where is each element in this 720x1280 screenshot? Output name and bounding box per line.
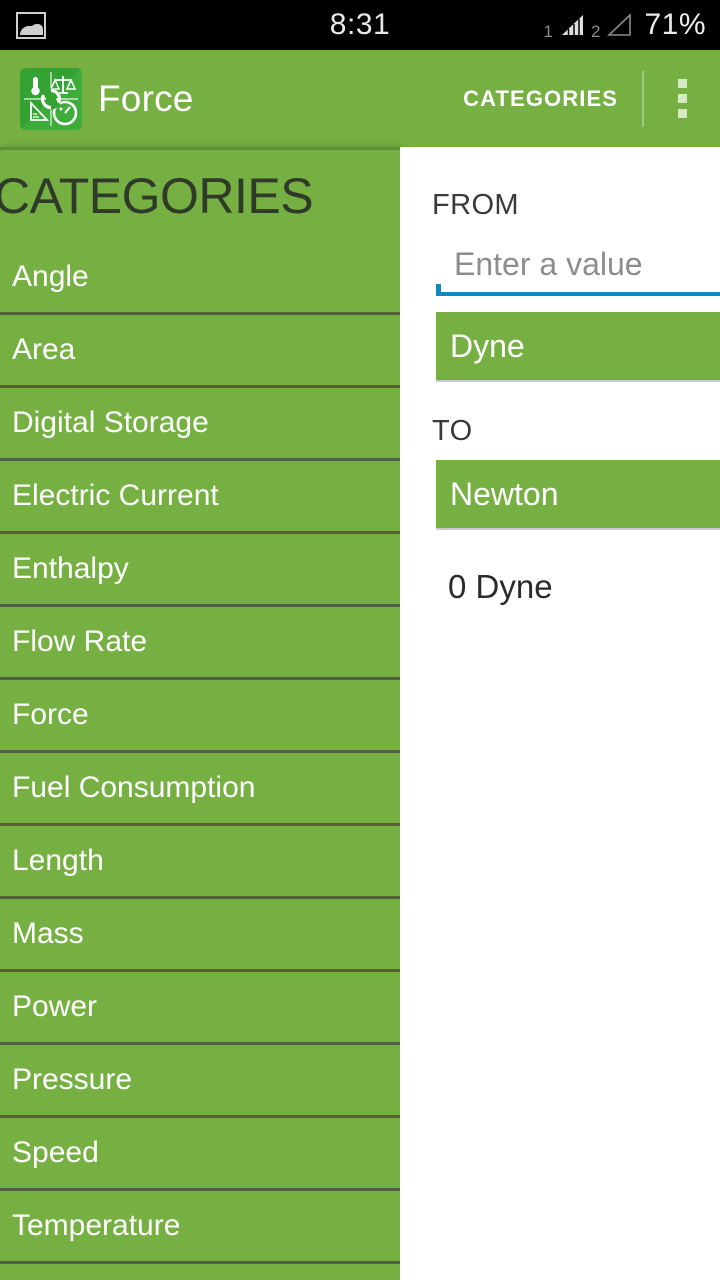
sidebar-item-digital-storage[interactable]: Digital Storage	[0, 388, 400, 461]
sidebar-item-label: Electric Current	[12, 479, 219, 512]
sidebar-item-label: Force	[12, 698, 89, 731]
sidebar-item-partial[interactable]	[0, 1264, 400, 1280]
sidebar-item-area[interactable]: Area	[0, 315, 400, 388]
sidebar-item-force[interactable]: Force	[0, 680, 400, 753]
sidebar-item-length[interactable]: Length	[0, 826, 400, 899]
signal-full-icon	[559, 12, 585, 38]
from-unit-label: Dyne	[450, 327, 525, 364]
status-bar-indicators: 1 2 71%	[544, 8, 706, 42]
sidebar-item-label: Power	[12, 990, 98, 1023]
to-unit-rule	[436, 528, 720, 530]
sidebar-item-label: Enthalpy	[12, 552, 129, 585]
app-screen: 8:31 1 2 71% Force CATEGORIES CATEGORIES…	[0, 0, 720, 1280]
sidebar-item-label: Length	[12, 844, 104, 877]
overflow-dot	[677, 109, 687, 118]
sim1-label: 1	[543, 22, 553, 41]
sidebar-item-electric-current[interactable]: Electric Current	[0, 461, 400, 534]
page-title: Force	[98, 77, 194, 119]
sidebar-item-power[interactable]: Power	[0, 972, 400, 1045]
sidebar-item-label: Angle	[12, 260, 89, 293]
overflow-dot	[677, 79, 687, 88]
battery-percent: 71%	[644, 8, 706, 41]
from-unit-spinner[interactable]: Dyne	[436, 312, 720, 380]
sidebar-item-temperature[interactable]: Temperature	[0, 1191, 400, 1264]
overflow-dot	[677, 94, 687, 103]
app-bar: Force CATEGORIES	[0, 50, 720, 147]
sidebar-item-pressure[interactable]: Pressure	[0, 1045, 400, 1118]
search-input[interactable]	[436, 238, 720, 290]
overflow-menu-icon[interactable]	[644, 50, 720, 147]
sidebar-item-label: Pressure	[12, 1063, 133, 1096]
to-unit-spinner[interactable]: Newton	[436, 460, 720, 528]
converter-panel: FROM Dyne TO Newton 0 Dyne	[400, 147, 720, 1280]
sidebar-item-mass[interactable]: Mass	[0, 899, 400, 972]
to-label: TO	[432, 415, 473, 447]
categories-sidebar[interactable]: CATEGORIES Angle Area Digital Storage El…	[0, 147, 400, 1280]
sim2-label: 2	[590, 22, 601, 41]
sidebar-item-label: Mass	[12, 917, 84, 950]
sidebar-item-label: Temperature	[12, 1209, 181, 1242]
to-unit-label: Newton	[450, 475, 559, 512]
sidebar-item-fuel-consumption[interactable]: Fuel Consumption	[0, 753, 400, 826]
sidebar-item-flow-rate[interactable]: Flow Rate	[0, 607, 400, 680]
app-bar-actions: CATEGORIES	[439, 50, 720, 147]
sidebar-header: CATEGORIES	[0, 168, 314, 224]
sidebar-item-angle[interactable]: Angle	[0, 242, 400, 315]
conversion-result: 0 Dyne	[448, 568, 553, 605]
input-underline	[436, 284, 720, 296]
sidebar-item-label: Digital Storage	[12, 406, 209, 439]
tab-categories[interactable]: CATEGORIES	[439, 86, 642, 112]
signal-empty-icon	[606, 12, 632, 38]
value-input-wrapper[interactable]	[436, 238, 720, 300]
unit-converter-app-icon	[20, 67, 82, 130]
categories-list[interactable]: Angle Area Digital Storage Electric Curr…	[0, 242, 400, 1280]
from-unit-rule	[436, 380, 720, 382]
sidebar-item-label: Fuel Consumption	[12, 771, 256, 804]
sidebar-item-enthalpy[interactable]: Enthalpy	[0, 534, 400, 607]
sidebar-item-label: Area	[12, 333, 76, 366]
sidebar-item-label: Flow Rate	[12, 625, 148, 658]
sidebar-item-speed[interactable]: Speed	[0, 1118, 400, 1191]
from-label: FROM	[432, 189, 519, 221]
sidebar-item-label: Speed	[12, 1136, 99, 1169]
status-bar: 8:31 1 2 71%	[0, 0, 720, 50]
